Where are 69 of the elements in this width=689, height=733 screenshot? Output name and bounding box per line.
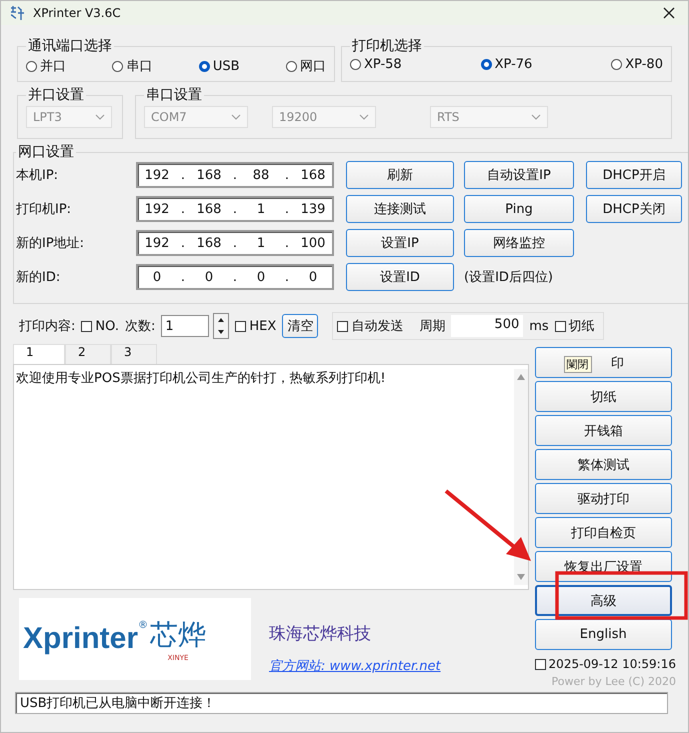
radio-option[interactable]: 串口 xyxy=(112,57,152,75)
ip-field[interactable]: 192 . 168 . 88 . 168 xyxy=(136,162,334,188)
text-area[interactable]: 欢迎使用专业POS票据打印机公司生产的针打，热敏系列打印机! xyxy=(13,364,529,590)
logo-text: Xprinter xyxy=(23,622,138,656)
action-button[interactable]: 切纸 xyxy=(534,381,672,412)
ip-field[interactable]: 0 . 0 . 0 . 0 xyxy=(136,264,334,290)
credit-text: Power by Lee (C) 2020 xyxy=(552,675,676,688)
field-label: 本机IP: xyxy=(16,167,60,184)
field-label: 打印机IP: xyxy=(16,201,72,218)
option-label: 打印内容: xyxy=(19,318,76,335)
action-button[interactable]: 设置IP xyxy=(346,229,454,257)
group-title: 打印机选择 xyxy=(351,37,423,55)
status-text: USB打印机已从电脑中断开连接！ xyxy=(20,695,216,712)
tab[interactable]: 2 xyxy=(65,344,111,364)
website-link[interactable]: 官方网站: www.xprinter.net xyxy=(269,657,519,675)
content-text: 欢迎使用专业POS票据打印机公司生产的针打，热敏系列打印机! xyxy=(16,370,386,388)
hint-text: (设置ID后四位) xyxy=(464,269,554,286)
scroll-down-icon[interactable] xyxy=(516,573,526,581)
action-button[interactable]: 设置ID xyxy=(346,263,454,291)
period-field[interactable]: 500 xyxy=(451,315,524,337)
radio-option[interactable]: XP-76 xyxy=(480,57,532,72)
group-title: 网口设置 xyxy=(17,143,75,161)
action-button[interactable]: 网络监控 xyxy=(464,229,574,257)
action-button[interactable]: DHCP关闭 xyxy=(586,195,682,223)
registered-mark: ® xyxy=(138,620,148,631)
radio-option[interactable]: 网口 xyxy=(286,57,326,75)
tooltip: 闌閉 xyxy=(564,356,592,373)
action-button[interactable]: 连接测试 xyxy=(346,195,454,223)
ip-field[interactable]: 192 . 168 . 1 . 139 xyxy=(136,196,334,222)
tab[interactable]: 1 xyxy=(13,344,65,364)
option-label: 周期 xyxy=(419,318,446,335)
radio-option[interactable]: XP-58 xyxy=(350,57,402,72)
action-button[interactable]: 自动设置IP xyxy=(464,161,574,189)
company-name: 珠海芯烨科技 xyxy=(269,623,372,645)
action-button[interactable]: 刷新 xyxy=(346,161,454,189)
group-title: 并口设置 xyxy=(27,86,85,104)
option-label: 次数: xyxy=(124,318,156,335)
checkbox[interactable]: 切纸 xyxy=(554,317,595,335)
field-label: 新的IP地址: xyxy=(16,235,86,252)
radio-option[interactable]: XP-80 xyxy=(611,57,663,72)
scroll-up-icon[interactable] xyxy=(516,373,526,381)
field-label: 新的ID: xyxy=(16,269,62,286)
ip-field[interactable]: 192 . 168 . 1 . 100 xyxy=(136,230,334,256)
unit-label: ms xyxy=(529,318,549,334)
logo-text: 芯烨 xyxy=(150,617,206,653)
radio-option[interactable]: 并口 xyxy=(26,57,66,75)
tab[interactable]: 3 xyxy=(111,344,157,364)
action-button[interactable]: 闌閉 印 xyxy=(534,347,672,378)
group-title: 串口设置 xyxy=(145,86,203,104)
checkbox[interactable]: NO. xyxy=(81,318,119,334)
clock-checkbox[interactable]: 2025-09-12 10:59:16 xyxy=(534,657,676,671)
action-button[interactable]: DHCP开启 xyxy=(586,161,682,189)
spin-icon[interactable] xyxy=(213,313,230,339)
action-button[interactable]: 开钱箱 xyxy=(534,415,672,446)
window-title: XPrinter V3.6C xyxy=(33,6,122,20)
action-button[interactable]: 繁体测试 xyxy=(534,449,672,480)
checkbox[interactable]: HEX xyxy=(235,318,276,334)
checkbox[interactable]: 自动发送 xyxy=(337,317,404,335)
action-button[interactable]: 高级 xyxy=(534,585,672,616)
radio-option[interactable]: USB xyxy=(198,57,240,75)
action-button[interactable]: 驱动打印 xyxy=(534,483,672,514)
action-button[interactable]: Ping xyxy=(464,195,574,223)
action-button[interactable]: 打印自检页 xyxy=(534,517,672,548)
group-title: 通讯端口选择 xyxy=(27,37,113,55)
app-icon xyxy=(9,5,25,21)
clear-button[interactable]: 清空 xyxy=(282,314,318,338)
action-button[interactable]: English xyxy=(534,619,672,650)
count-field[interactable]: 1 xyxy=(161,315,210,337)
close-icon[interactable] xyxy=(662,6,676,20)
